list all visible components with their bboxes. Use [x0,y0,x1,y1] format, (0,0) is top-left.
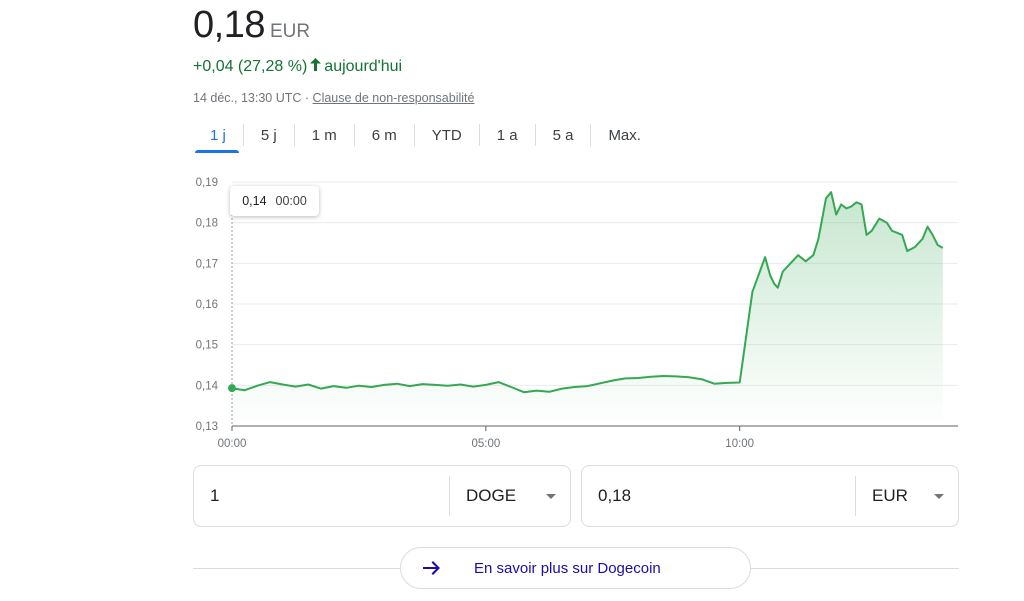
current-price: 0,18 [193,4,265,46]
arrow-up-icon [310,58,322,76]
tab-1y[interactable]: 1 a [480,117,535,153]
tab-6m[interactable]: 6 m [355,117,414,153]
to-amount-input[interactable] [582,466,855,526]
tab-ytd[interactable]: YTD [415,117,479,153]
tab-1d[interactable]: 1 j [193,117,243,153]
price-chart[interactable]: 0,190,180,170,160,150,140,1300:00 05:00 10… [0,170,1024,460]
converter-to: EUR [581,465,959,527]
tab-max[interactable]: Max. [591,117,658,153]
range-tabs: 1 j 5 j 1 m 6 m YTD 1 a 5 a Max. [193,117,658,153]
y-tick-label: 0,16 [196,299,218,311]
price-area-fill [232,192,943,426]
learn-more-label: En savoir plus sur Dogecoin [474,559,661,577]
from-amount-input[interactable] [194,466,449,526]
tab-5d[interactable]: 5 j [244,117,294,153]
arrow-right-icon [401,561,461,575]
from-unit-label: DOGE [466,486,517,505]
y-tick-label: 0,18 [196,218,218,230]
y-tick-label: 0,15 [196,340,218,352]
chart-tooltip: 0,14 00:00 [230,186,319,216]
caret-down-icon [934,493,944,499]
to-unit-label: EUR [872,486,908,505]
price-header: 0,18 EUR [193,4,310,48]
to-unit-select[interactable]: EUR [856,486,958,506]
price-change: +0,04 (27,28 %) aujourd'hui [193,58,402,76]
learn-more-button[interactable]: En savoir plus sur Dogecoin [400,547,751,589]
section-divider-left [193,568,400,569]
quote-timestamp: 14 déc., 13:30 UTC [193,91,302,105]
tooltip-time: 00:00 [275,194,307,208]
quote-meta: 14 déc., 13:30 UTC · Clause de non-respo… [193,91,474,105]
hover-point [228,384,236,393]
change-value: +0,04 (27,28 %) [193,58,308,75]
caret-down-icon [546,493,556,499]
from-unit-select[interactable]: DOGE [450,486,570,506]
tooltip-value: 0,14 [242,194,267,208]
y-tick-label: 0,13 [196,421,218,433]
section-divider-right [751,568,959,569]
converter-from: DOGE [193,465,571,527]
change-period: aujourd'hui [324,58,403,75]
tab-1m[interactable]: 1 m [295,117,354,153]
x-tick-label: 10:00 [725,438,754,450]
x-tick-label: 05:00 [471,438,500,450]
meta-separator: · [304,91,310,105]
y-tick-label: 0,19 [196,177,218,189]
tab-5y[interactable]: 5 a [536,117,591,153]
disclaimer-link[interactable]: Clause de non-responsabilité [313,91,475,105]
x-tick-label: 00:00 [218,438,247,450]
y-tick-label: 0,14 [196,380,219,392]
y-tick-label: 0,17 [196,258,218,270]
price-currency: EUR [269,21,311,42]
